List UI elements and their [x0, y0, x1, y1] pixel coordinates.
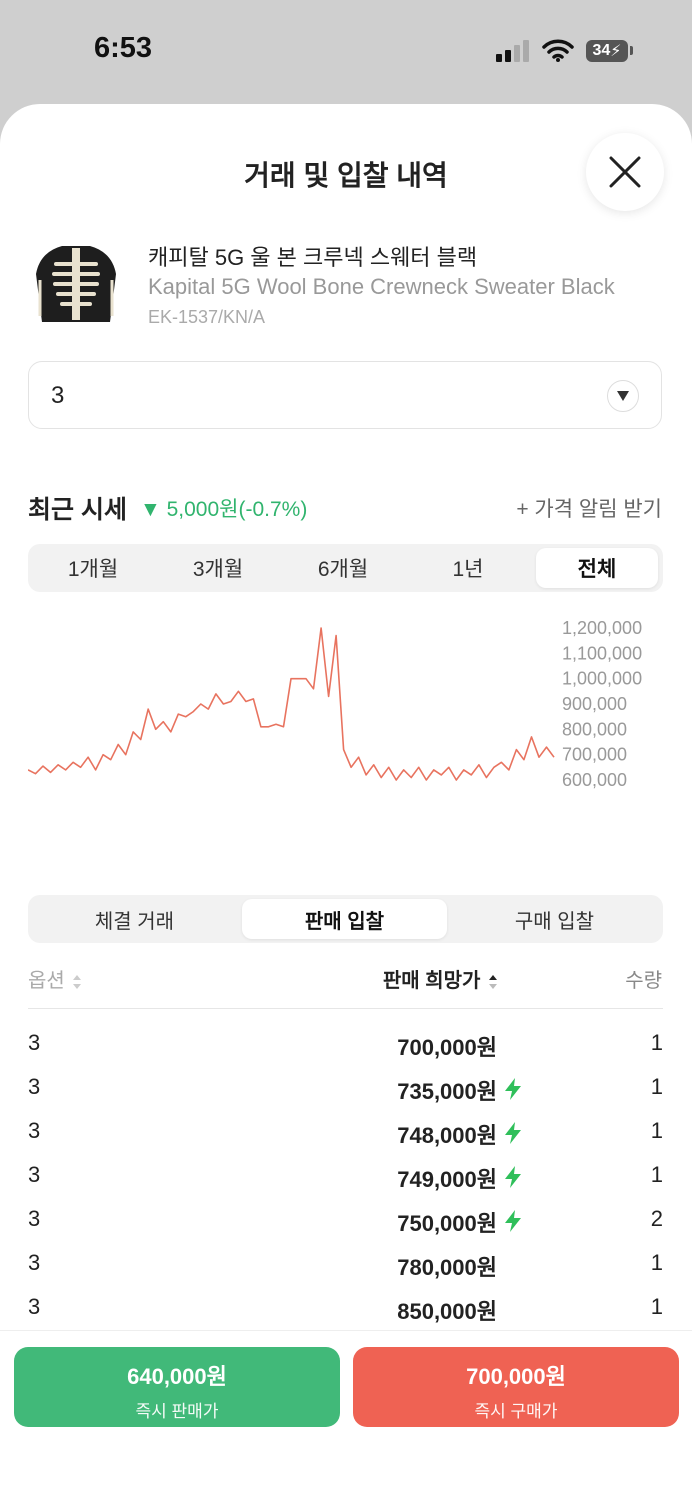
range-tab-1m[interactable]: 1개월 — [32, 548, 154, 588]
row-price: 749,000원 — [397, 1167, 497, 1192]
price-chart: 1,200,000 1,100,000 1,000,000 900,000 800,00… — [28, 618, 642, 790]
battery-icon: 34 ⚡ — [586, 40, 628, 62]
recent-price-change: ▼ 5,000원(-0.7%) — [140, 498, 308, 521]
table-row: 3 735,000원 1 — [28, 1074, 663, 1106]
table-row: 3 749,000원 1 — [28, 1162, 663, 1194]
dropdown-arrow-icon — [607, 380, 639, 412]
range-tab-1y[interactable]: 1년 — [407, 548, 529, 588]
row-price: 735,000원 — [397, 1079, 497, 1104]
row-option: 3 — [28, 1074, 41, 1099]
sort-icon — [489, 974, 497, 989]
instant-sell-button[interactable]: 640,000원 즉시 판매가 — [14, 1347, 340, 1427]
instant-buy-price: 700,000원 — [466, 1364, 566, 1389]
table-row: 3 850,000원 1 — [28, 1294, 663, 1326]
row-option: 3 — [28, 1030, 41, 1055]
status-bar: 6:53 34 ⚡ — [0, 0, 692, 104]
column-header-option-label: 옵션 — [28, 970, 65, 992]
column-header-price[interactable]: 판매 희망가 — [383, 964, 498, 993]
instant-buy-button[interactable]: 700,000원 즉시 구매가 — [353, 1347, 679, 1427]
table-row: 3 700,000원 1 — [28, 1030, 663, 1062]
row-qty: 1 — [650, 1294, 663, 1319]
fast-delivery-bolt-icon — [505, 1122, 521, 1144]
recent-price-label: 최근 시세 — [28, 496, 127, 524]
row-option: 3 — [28, 1294, 41, 1319]
close-icon — [609, 156, 641, 188]
battery-level: 34 — [592, 42, 611, 59]
tab-sell-bids[interactable]: 판매 입찰 — [242, 899, 447, 939]
range-tab-all[interactable]: 전체 — [536, 548, 658, 588]
price-alert-link[interactable]: + 가격 알림 받기 — [516, 493, 662, 523]
action-footer: 640,000원 즉시 판매가 700,000원 즉시 구매가 — [0, 1330, 692, 1500]
y-axis-ticks: 1,200,000 1,100,000 1,000,000 900,000 800,00… — [562, 618, 642, 790]
close-button[interactable] — [586, 133, 664, 211]
cellular-signal-icon — [496, 40, 532, 62]
range-tab-3m[interactable]: 3개월 — [157, 548, 279, 588]
product-name-ko: 캐피탈 5G 울 본 크루넥 스웨터 블랙 — [148, 245, 478, 270]
column-header-qty: 수량 — [625, 970, 662, 992]
fast-delivery-bolt-icon — [505, 1078, 521, 1100]
row-price: 700,000원 — [397, 1035, 497, 1060]
tab-trades[interactable]: 체결 거래 — [32, 899, 237, 939]
sort-icon — [73, 974, 82, 989]
product-code: EK-1537/KN/A — [148, 307, 266, 327]
y-tick-label: 900,000 — [562, 694, 627, 714]
wifi-icon — [542, 39, 574, 62]
bid-tabs: 체결 거래 판매 입찰 구매 입찰 — [28, 895, 663, 943]
trade-history-sheet: 거래 및 입찰 내역 캐피탈 5G 울 본 크루넥 스웨터 블랙 Kapital… — [0, 104, 692, 1500]
instant-sell-price: 640,000원 — [127, 1364, 227, 1389]
row-option: 3 — [28, 1118, 41, 1143]
status-time: 6:53 — [94, 32, 153, 64]
range-tab-6m[interactable]: 6개월 — [282, 548, 404, 588]
size-select-value: 3 — [51, 382, 65, 409]
row-price: 780,000원 — [397, 1255, 497, 1280]
column-header-option[interactable]: 옵션 — [28, 964, 82, 993]
instant-sell-label: 즉시 판매가 — [135, 1402, 219, 1421]
row-price: 850,000원 — [397, 1299, 497, 1324]
instant-buy-label: 즉시 구매가 — [474, 1402, 558, 1421]
price-line — [28, 627, 555, 781]
product-name-en: Kapital 5G Wool Bone Crewneck Sweater Bl… — [148, 274, 615, 299]
row-qty: 2 — [650, 1206, 663, 1231]
size-select[interactable]: 3 — [28, 361, 662, 429]
row-option: 3 — [28, 1206, 41, 1231]
row-qty: 1 — [650, 1250, 663, 1275]
table-row: 3 748,000원 1 — [28, 1118, 663, 1150]
y-tick-label: 600,000 — [562, 770, 627, 790]
battery-cap — [630, 46, 633, 55]
row-qty: 1 — [650, 1030, 663, 1055]
table-row: 3 780,000원 1 — [28, 1250, 663, 1282]
y-tick-label: 700,000 — [562, 745, 627, 765]
fast-delivery-bolt-icon — [505, 1166, 521, 1188]
row-option: 3 — [28, 1162, 41, 1187]
row-qty: 1 — [650, 1118, 663, 1143]
y-tick-label: 800,000 — [562, 719, 627, 739]
fast-delivery-bolt-icon — [505, 1210, 521, 1232]
header-divider — [28, 1008, 663, 1009]
column-header-price-label: 판매 희망가 — [382, 970, 481, 992]
y-tick-label: 1,200,000 — [562, 618, 642, 638]
row-option: 3 — [28, 1250, 41, 1275]
tab-buy-bids[interactable]: 구매 입찰 — [452, 899, 657, 939]
table-row: 3 750,000원 2 — [28, 1206, 663, 1238]
y-tick-label: 1,000,000 — [562, 669, 642, 689]
row-price: 748,000원 — [397, 1123, 497, 1148]
product-thumbnail — [28, 234, 124, 330]
range-tabs: 1개월 3개월 6개월 1년 전체 — [28, 544, 663, 592]
row-price: 750,000원 — [397, 1211, 497, 1236]
row-qty: 1 — [650, 1074, 663, 1099]
row-qty: 1 — [650, 1162, 663, 1187]
y-tick-label: 1,100,000 — [562, 643, 642, 663]
